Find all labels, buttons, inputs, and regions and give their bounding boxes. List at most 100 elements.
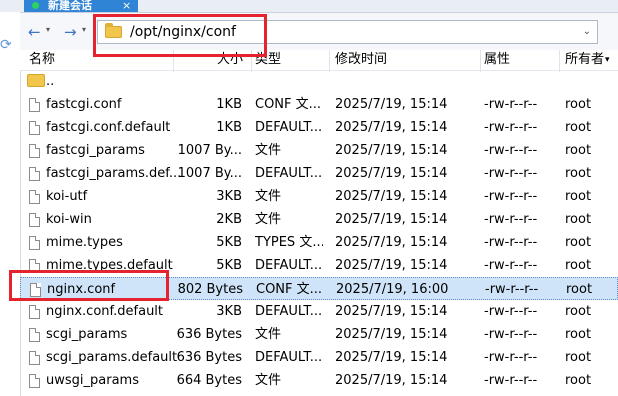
file-modified: 2025/7/19, 15:14 <box>335 120 448 135</box>
file-size: 802 Bytes <box>177 282 243 297</box>
file-permissions: -rw-r--r-- <box>484 258 538 273</box>
list-item[interactable]: fastcgi.conf.default 1KB DEFAULT... 2025… <box>20 116 618 139</box>
list-item[interactable]: nginx.conf.default 3KB DEFAULT... 2025/7… <box>20 300 618 323</box>
file-permissions: -rw-r--r-- <box>484 97 538 112</box>
file-name: scgi_params.default <box>46 350 178 365</box>
owner-sort-chevron-icon[interactable]: ▾ <box>605 50 610 70</box>
file-owner: root <box>565 97 592 112</box>
list-item[interactable]: scgi_params.default 636 Bytes DEFAULT...… <box>20 346 618 369</box>
annotation-highlight-path <box>93 14 267 57</box>
tab-title: 新建会话 <box>48 0 92 12</box>
parent-folder-icon <box>27 74 45 87</box>
column-divider[interactable] <box>329 50 330 72</box>
file-owner: root <box>565 327 592 342</box>
tab-close-icon[interactable]: × <box>122 0 131 11</box>
file-type: DEFAULT... <box>255 304 323 319</box>
back-menu-chevron-icon[interactable]: ▾ <box>46 25 50 34</box>
file-icon <box>29 167 40 181</box>
file-icon <box>29 121 40 135</box>
file-modified: 2025/7/19, 15:14 <box>335 143 448 158</box>
annotation-highlight-nginx-conf <box>9 270 169 301</box>
column-divider[interactable] <box>480 50 481 72</box>
file-icon <box>29 190 40 204</box>
left-strip: ⟳ <box>0 12 21 396</box>
column-header-name[interactable]: 名称 <box>29 50 55 70</box>
file-type: 文件 <box>255 373 282 388</box>
file-size: 636 Bytes <box>176 350 242 365</box>
file-icon <box>29 236 40 250</box>
file-type: CONF 文... <box>255 97 322 112</box>
file-modified: 2025/7/19, 15:14 <box>335 258 448 273</box>
forward-icon[interactable]: → <box>64 23 77 41</box>
list-item[interactable]: fastcgi_params 1007 By... 文件 2025/7/19, … <box>20 139 618 162</box>
file-modified: 2025/7/19, 15:14 <box>335 304 448 319</box>
file-size: 1KB <box>216 97 242 112</box>
list-item[interactable]: koi-win 2KB 文件 2025/7/19, 15:14 -rw-r--r… <box>20 208 618 231</box>
file-size: 1007 By... <box>177 166 242 181</box>
file-modified: 2025/7/19, 16:00 <box>336 282 449 297</box>
file-owner: root <box>565 212 592 227</box>
file-size: 664 Bytes <box>176 373 242 388</box>
file-permissions: -rw-r--r-- <box>484 120 538 135</box>
file-modified: 2025/7/19, 15:14 <box>335 189 448 204</box>
file-owner: root <box>565 373 592 388</box>
file-type: 文件 <box>255 143 282 158</box>
column-header-owner[interactable]: 所有者 <box>565 50 604 70</box>
file-type: 文件 <box>255 327 282 342</box>
file-owner: root <box>565 189 592 204</box>
file-icon <box>29 213 40 227</box>
file-type: 文件 <box>255 212 282 227</box>
file-name: .. <box>46 74 55 89</box>
list-item[interactable]: fastcgi_params.def... 1007 By... DEFAULT… <box>20 162 618 185</box>
file-modified: 2025/7/19, 15:14 <box>335 235 448 250</box>
file-modified: 2025/7/19, 15:14 <box>335 212 448 227</box>
list-item[interactable]: fastcgi.conf 1KB CONF 文... 2025/7/19, 15… <box>20 93 618 116</box>
file-name: mime.types <box>46 235 123 250</box>
file-owner: root <box>566 282 593 297</box>
file-permissions: -rw-r--r-- <box>484 166 538 181</box>
forward-menu-chevron-icon[interactable]: ▾ <box>82 25 86 34</box>
list-item[interactable]: uwsgi_params 664 Bytes 文件 2025/7/19, 15:… <box>20 369 618 392</box>
file-size: 2KB <box>216 212 242 227</box>
list-item[interactable]: scgi_params 636 Bytes 文件 2025/7/19, 15:1… <box>20 323 618 346</box>
file-owner: root <box>565 350 592 365</box>
list-item[interactable]: mime.types 5KB TYPES 文... 2025/7/19, 15:… <box>20 231 618 254</box>
list-item-parent-dir[interactable]: .. <box>20 70 618 93</box>
file-name: fastcgi.conf <box>46 97 122 112</box>
tab-new-session[interactable]: 新建会话 × <box>24 0 138 12</box>
file-permissions: -rw-r--r-- <box>484 143 538 158</box>
file-permissions: -rw-r--r-- <box>484 189 538 204</box>
file-type: DEFAULT... <box>255 258 323 273</box>
file-size: 1KB <box>216 120 242 135</box>
file-size: 3KB <box>216 189 242 204</box>
file-type: DEFAULT... <box>255 120 323 135</box>
file-type: DEFAULT... <box>255 166 323 181</box>
file-size: 636 Bytes <box>176 327 242 342</box>
path-dropdown-chevron-icon[interactable]: ⌄ <box>583 26 591 37</box>
file-owner: root <box>565 120 592 135</box>
file-name: fastcgi.conf.default <box>46 120 171 135</box>
file-modified: 2025/7/19, 15:14 <box>335 97 448 112</box>
file-modified: 2025/7/19, 15:14 <box>335 327 448 342</box>
file-type: 文件 <box>255 189 282 204</box>
file-owner: root <box>565 143 592 158</box>
file-permissions: -rw-r--r-- <box>484 212 538 227</box>
column-header-modified[interactable]: 修改时间 <box>335 50 387 70</box>
column-divider[interactable] <box>559 50 560 72</box>
file-size: 5KB <box>216 235 242 250</box>
file-size: 3KB <box>216 304 242 319</box>
list-item[interactable]: koi-utf 3KB 文件 2025/7/19, 15:14 -rw-r--r… <box>20 185 618 208</box>
back-icon[interactable]: ← <box>28 23 41 41</box>
refresh-icon[interactable]: ⟳ <box>0 37 12 53</box>
file-permissions: -rw-r--r-- <box>485 282 539 297</box>
file-modified: 2025/7/19, 15:14 <box>335 350 448 365</box>
file-size: 1007 By... <box>177 143 242 158</box>
file-icon <box>29 98 40 112</box>
file-owner: root <box>565 235 592 250</box>
file-name: fastcgi_params.def... <box>46 166 182 181</box>
file-permissions: -rw-r--r-- <box>484 373 538 388</box>
column-header-attributes[interactable]: 属性 <box>484 50 510 70</box>
file-owner: root <box>565 304 592 319</box>
file-modified: 2025/7/19, 15:14 <box>335 166 448 181</box>
file-type: TYPES 文... <box>255 235 323 250</box>
